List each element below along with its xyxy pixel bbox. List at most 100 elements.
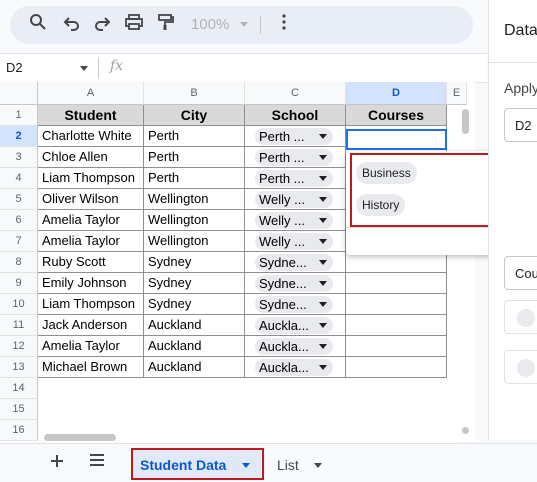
- chevron-down-icon[interactable]: [319, 176, 327, 181]
- cell-school[interactable]: Sydne...: [245, 273, 346, 294]
- school-dropdown-chip[interactable]: Welly ...: [255, 233, 333, 250]
- header-cell-school[interactable]: School: [245, 105, 346, 126]
- cell-city[interactable]: Auckland: [144, 336, 245, 357]
- school-dropdown-chip[interactable]: Auckla...: [255, 317, 333, 334]
- cell-city[interactable]: Perth: [144, 168, 245, 189]
- column-header-b[interactable]: B: [144, 82, 245, 105]
- school-dropdown-chip[interactable]: Sydne...: [255, 275, 333, 292]
- row-header[interactable]: 1: [0, 105, 38, 126]
- header-cell-courses[interactable]: Courses: [346, 105, 447, 126]
- search-icon[interactable]: [26, 13, 50, 37]
- cell-school[interactable]: Welly ...: [245, 231, 346, 252]
- horizontal-scrollbar[interactable]: [38, 431, 458, 443]
- chevron-down-icon[interactable]: [319, 239, 327, 244]
- print-icon[interactable]: [122, 13, 146, 37]
- cell-student[interactable]: Michael Brown: [38, 357, 144, 378]
- school-dropdown-chip[interactable]: Sydne...: [255, 296, 333, 313]
- row-header[interactable]: 7: [0, 231, 38, 252]
- header-cell-student[interactable]: Student: [38, 105, 144, 126]
- chevron-down-icon[interactable]: [319, 344, 327, 349]
- option-row[interactable]: [504, 350, 537, 384]
- paint-format-icon[interactable]: [153, 13, 177, 37]
- cell-courses[interactable]: [346, 357, 447, 378]
- vertical-scroll-thumb[interactable]: [462, 109, 469, 134]
- cell-student[interactable]: Amelia Taylor: [38, 210, 144, 231]
- row-header[interactable]: 16: [0, 420, 38, 441]
- color-circle-icon[interactable]: [517, 309, 535, 327]
- row-header[interactable]: 13: [0, 357, 38, 378]
- row-header[interactable]: 4: [0, 168, 38, 189]
- cell-student[interactable]: Liam Thompson: [38, 168, 144, 189]
- add-sheet-icon[interactable]: [49, 452, 65, 475]
- cell-student[interactable]: Amelia Taylor: [38, 336, 144, 357]
- cell-courses[interactable]: [346, 315, 447, 336]
- chevron-down-icon[interactable]: [319, 218, 327, 223]
- chevron-down-icon[interactable]: [319, 197, 327, 202]
- cell-school[interactable]: Welly ...: [245, 189, 346, 210]
- chevron-down-icon[interactable]: [319, 302, 327, 307]
- school-dropdown-chip[interactable]: Auckla...: [255, 359, 333, 376]
- school-dropdown-chip[interactable]: Sydne...: [255, 254, 333, 271]
- school-dropdown-chip[interactable]: Perth ...: [255, 170, 333, 187]
- cell-city[interactable]: Auckland: [144, 357, 245, 378]
- cell-city[interactable]: Wellington: [144, 189, 245, 210]
- more-vert-icon[interactable]: [272, 13, 296, 37]
- cell-school[interactable]: Auckla...: [245, 336, 346, 357]
- row-header[interactable]: 14: [0, 378, 38, 399]
- horizontal-scroll-thumb[interactable]: [44, 434, 116, 441]
- cell-student[interactable]: Oliver Wilson: [38, 189, 144, 210]
- chevron-down-icon[interactable]: [319, 134, 327, 139]
- row-header[interactable]: 10: [0, 294, 38, 315]
- cell-student[interactable]: Emily Johnson: [38, 273, 144, 294]
- row-header[interactable]: 3: [0, 147, 38, 168]
- school-dropdown-chip[interactable]: Welly ...: [255, 212, 333, 229]
- undo-icon[interactable]: [60, 13, 84, 37]
- cell-student[interactable]: Charlotte White: [38, 126, 144, 147]
- cell-school[interactable]: Perth ...: [245, 168, 346, 189]
- row-header[interactable]: 5: [0, 189, 38, 210]
- option-row[interactable]: [504, 300, 537, 334]
- zoom-select[interactable]: 100%: [191, 16, 229, 33]
- cell-school[interactable]: Perth ...: [245, 147, 346, 168]
- chevron-down-icon[interactable]: [80, 66, 88, 71]
- cell-city[interactable]: Auckland: [144, 315, 245, 336]
- school-dropdown-chip[interactable]: Auckla...: [255, 338, 333, 355]
- selected-cell-d2[interactable]: [346, 129, 447, 150]
- chevron-down-icon[interactable]: [319, 155, 327, 160]
- cell-city[interactable]: Perth: [144, 147, 245, 168]
- chevron-down-icon[interactable]: [319, 323, 327, 328]
- cell-school[interactable]: Perth ...: [245, 126, 346, 147]
- row-header[interactable]: 8: [0, 252, 38, 273]
- cell-city[interactable]: Wellington: [144, 231, 245, 252]
- row-header[interactable]: 9: [0, 273, 38, 294]
- tab-list[interactable]: List: [277, 457, 299, 473]
- cell-school[interactable]: Sydne...: [245, 252, 346, 273]
- cell-courses[interactable]: [346, 273, 447, 294]
- chevron-down-icon[interactable]: [319, 260, 327, 265]
- name-box[interactable]: D2: [6, 60, 23, 75]
- cell-student[interactable]: Jack Anderson: [38, 315, 144, 336]
- scroll-down-indicator[interactable]: [462, 427, 469, 434]
- chevron-down-icon[interactable]: [314, 463, 322, 468]
- cell-school[interactable]: Sydne...: [245, 294, 346, 315]
- school-dropdown-chip[interactable]: Perth ...: [255, 149, 333, 166]
- range-input[interactable]: D2: [504, 108, 537, 142]
- column-header-e[interactable]: E: [447, 82, 467, 105]
- criteria-select[interactable]: Cou: [504, 256, 537, 290]
- redo-icon[interactable]: [90, 13, 114, 37]
- column-header-d[interactable]: D: [346, 82, 447, 105]
- row-header[interactable]: 15: [0, 399, 38, 420]
- cell-city[interactable]: Wellington: [144, 210, 245, 231]
- row-header[interactable]: 11: [0, 315, 38, 336]
- select-all-corner[interactable]: [0, 82, 38, 105]
- row-header[interactable]: 12: [0, 336, 38, 357]
- cell-student[interactable]: Chloe Allen: [38, 147, 144, 168]
- cell-school[interactable]: Auckla...: [245, 315, 346, 336]
- row-header[interactable]: 2: [0, 126, 38, 147]
- cell-courses[interactable]: [346, 294, 447, 315]
- cell-city[interactable]: Sydney: [144, 294, 245, 315]
- cell-city[interactable]: Perth: [144, 126, 245, 147]
- cell-city[interactable]: Sydney: [144, 252, 245, 273]
- school-dropdown-chip[interactable]: Perth ...: [255, 128, 333, 145]
- all-sheets-menu-icon[interactable]: [88, 452, 106, 473]
